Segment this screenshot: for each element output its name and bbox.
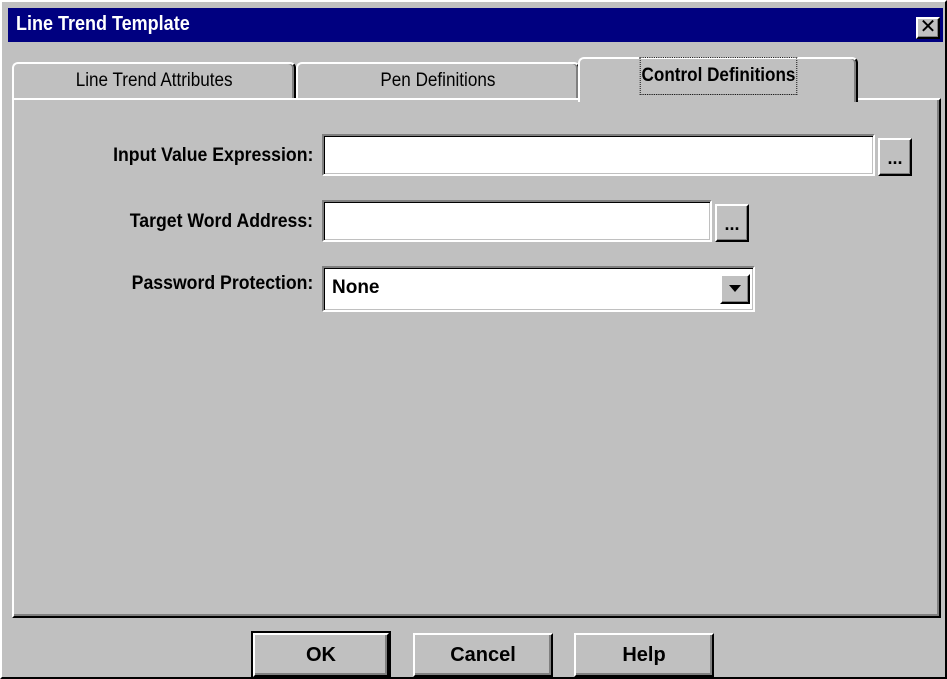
tab-label: Pen Definitions	[380, 70, 496, 91]
close-button[interactable]: ✕	[916, 17, 940, 39]
cancel-button[interactable]: Cancel	[413, 633, 553, 677]
password-protection-select[interactable]: None	[322, 266, 755, 312]
window-title: Line Trend Template	[16, 13, 190, 35]
target-word-address-browse-button[interactable]: ...	[715, 204, 749, 242]
chevron-down-icon[interactable]	[720, 274, 750, 304]
tab-label: Control Definitions	[639, 57, 797, 95]
target-word-address-field[interactable]	[322, 200, 712, 242]
tab-pen-definitions[interactable]: Pen Definitions	[296, 62, 580, 98]
target-word-address-label: Target Word Address:	[129, 211, 313, 232]
input-value-expression-field[interactable]	[322, 134, 875, 176]
close-icon: ✕	[919, 16, 937, 38]
password-protection-label: Password Protection:	[131, 273, 313, 294]
tab-label: Line Trend Attributes	[75, 70, 233, 91]
title-bar[interactable]: Line Trend Template ✕	[8, 8, 943, 42]
tab-line-trend-attributes[interactable]: Line Trend Attributes	[12, 62, 296, 98]
tab-panel	[12, 98, 941, 618]
password-protection-value: None	[332, 277, 380, 298]
dialog-window: Line Trend Template ✕ Line Trend Attribu…	[0, 0, 947, 679]
ellipsis-icon: ...	[887, 148, 903, 168]
ok-button[interactable]: OK	[251, 631, 391, 679]
ellipsis-icon: ...	[724, 214, 740, 234]
input-value-expression-label: Input Value Expression:	[112, 145, 313, 166]
input-value-expression-browse-button[interactable]: ...	[878, 138, 912, 176]
help-button[interactable]: Help	[574, 633, 714, 677]
tab-control-definitions[interactable]: Control Definitions	[578, 57, 858, 102]
